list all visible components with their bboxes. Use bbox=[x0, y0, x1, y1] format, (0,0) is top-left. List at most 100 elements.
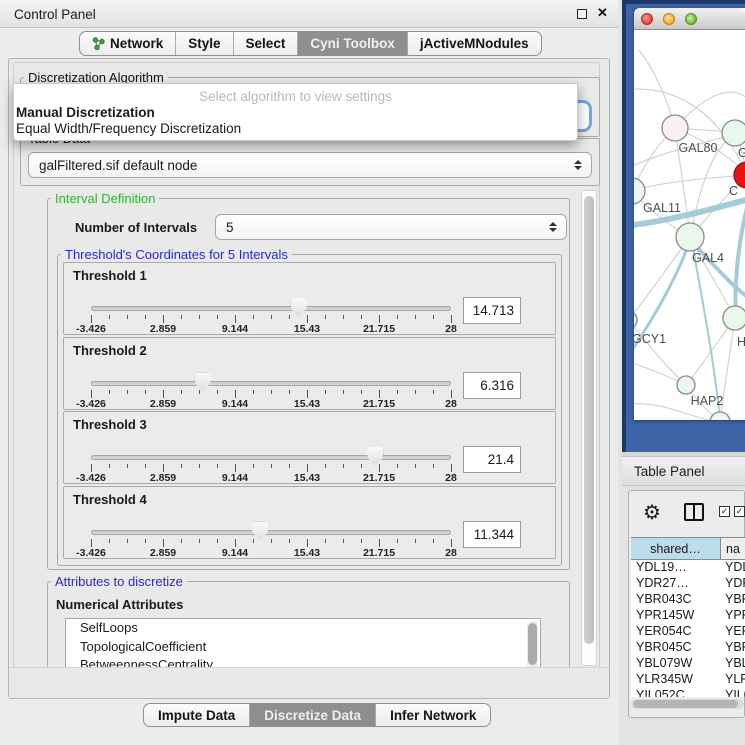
cell-name[interactable]: YPR1 bbox=[721, 608, 745, 624]
network-node-h[interactable] bbox=[723, 306, 745, 330]
scrollbar-thumb[interactable] bbox=[584, 196, 594, 644]
network-nodes[interactable] bbox=[634, 115, 745, 420]
table-row[interactable]: YBR045CYBR0 bbox=[631, 640, 745, 656]
attribute-list-item[interactable]: TopologicalCoefficient bbox=[66, 638, 540, 657]
tab-infer-network[interactable]: Infer Network bbox=[375, 704, 490, 726]
scrollbar-thumb[interactable] bbox=[528, 623, 537, 665]
slider-track[interactable] bbox=[91, 306, 451, 311]
cell-shared-name[interactable]: YIL052C bbox=[631, 688, 721, 697]
tab-jactivemnodules[interactable]: jActiveMNodules bbox=[407, 32, 541, 55]
network-node-hap2[interactable] bbox=[677, 376, 695, 394]
cell-name[interactable]: YBL0 bbox=[721, 656, 745, 672]
threshold-value-field[interactable]: 21.4 bbox=[463, 446, 521, 473]
tick-mark bbox=[181, 539, 182, 543]
table-row[interactable]: YDR27…YDR2 bbox=[631, 576, 745, 592]
cell-name[interactable]: YLR3 bbox=[721, 672, 745, 688]
column-header-shared-name[interactable]: shared… bbox=[631, 538, 721, 559]
numerical-attributes-list[interactable]: SelfLoopsTopologicalCoefficientBetweenne… bbox=[65, 618, 541, 668]
control-panel: Control Panel ✕ Network Style Select Cyn… bbox=[0, 0, 618, 745]
slider-track[interactable] bbox=[91, 530, 451, 535]
slider-track[interactable] bbox=[91, 455, 451, 460]
popup-option-equal-width-frequency[interactable]: Equal Width/Frequency Discretization bbox=[16, 121, 241, 136]
checkbox-icon[interactable]: ✓ bbox=[719, 506, 730, 517]
close-icon[interactable]: ✕ bbox=[597, 5, 608, 21]
table-toolbar: ⚙ ✓ ✓ bbox=[629, 491, 744, 537]
cell-name[interactable]: YIL0 bbox=[721, 688, 745, 697]
cell-name[interactable]: YBR0 bbox=[721, 592, 745, 608]
threshold-slider[interactable]: -3.4262.8599.14415.4321.71528 bbox=[91, 412, 451, 485]
threshold-value-field[interactable]: 11.344 bbox=[463, 521, 521, 548]
tick-mark bbox=[91, 464, 92, 472]
tab-style[interactable]: Style bbox=[175, 32, 232, 55]
zoom-traffic-light-icon[interactable] bbox=[685, 13, 697, 25]
network-node-gal[interactable] bbox=[722, 120, 745, 146]
table-row[interactable]: YPR145WYPR1 bbox=[631, 608, 745, 624]
list-vertical-scrollbar[interactable] bbox=[527, 621, 538, 668]
close-traffic-light-icon[interactable] bbox=[641, 13, 653, 25]
network-node-gal80[interactable] bbox=[662, 115, 688, 141]
network-node[interactable] bbox=[710, 412, 730, 420]
table-row[interactable]: YDL19…YDL1 bbox=[631, 560, 745, 576]
cell-shared-name[interactable]: YLR345W bbox=[631, 672, 721, 688]
network-node-gal4[interactable] bbox=[676, 223, 704, 251]
cell-name[interactable]: YBR0 bbox=[721, 640, 745, 656]
network-node-gcy1[interactable] bbox=[634, 311, 637, 329]
cell-name[interactable]: YDR2 bbox=[721, 576, 745, 592]
table-data-combobox[interactable]: galFiltered.sif default node bbox=[28, 152, 592, 178]
threshold-panel: Threshold 4 -3.4262.8599.14415.4321.7152… bbox=[63, 486, 556, 559]
tick-mark bbox=[415, 464, 416, 468]
table-row[interactable]: YLR345WYLR3 bbox=[631, 672, 745, 688]
tab-discretize-data[interactable]: Discretize Data bbox=[249, 704, 375, 726]
tab-cyni-toolbox[interactable]: Cyni Toolbox bbox=[297, 32, 407, 55]
threshold-value-field[interactable]: 6.316 bbox=[463, 372, 521, 399]
number-of-intervals-value: 5 bbox=[226, 220, 234, 235]
threshold-slider[interactable]: -3.4262.8599.14415.4321.71528 bbox=[91, 487, 451, 560]
cell-shared-name[interactable]: YBL079W bbox=[631, 656, 721, 672]
split-columns-icon[interactable] bbox=[684, 503, 704, 521]
cell-name[interactable]: YDL1 bbox=[721, 560, 745, 576]
threshold-value-field[interactable]: 14.713 bbox=[463, 297, 521, 324]
bottom-tab-bar: Impute Data Discretize Data Infer Networ… bbox=[143, 703, 491, 727]
tick-label: 15.43 bbox=[294, 323, 320, 335]
panel-vertical-scrollbar[interactable] bbox=[581, 190, 597, 666]
checkbox-icon[interactable]: ✓ bbox=[734, 506, 745, 517]
cell-shared-name[interactable]: YER054C bbox=[631, 624, 721, 640]
tick-mark bbox=[433, 390, 434, 394]
minimize-traffic-light-icon[interactable] bbox=[663, 13, 675, 25]
number-of-intervals-combobox[interactable]: 5 bbox=[215, 214, 567, 240]
table-row[interactable]: YBR043CYBR0 bbox=[631, 592, 745, 608]
cell-shared-name[interactable]: YDR27… bbox=[631, 576, 721, 592]
threshold-slider[interactable]: -3.4262.8599.14415.4321.71528 bbox=[91, 263, 451, 336]
float-window-icon[interactable] bbox=[577, 9, 587, 19]
network-canvas[interactable]: GAL80GALCGAL11GAL4GCY1HHAP2 bbox=[634, 30, 745, 420]
cell-shared-name[interactable]: YBR045C bbox=[631, 640, 721, 656]
scrollbar-thumb[interactable] bbox=[633, 700, 738, 708]
node-label: H bbox=[737, 335, 745, 349]
table-row[interactable]: YIL052CYIL0 bbox=[631, 688, 745, 697]
column-header-name[interactable]: na bbox=[721, 538, 745, 559]
table-horizontal-scrollbar[interactable] bbox=[631, 699, 744, 709]
tick-label: -3.426 bbox=[76, 398, 106, 410]
node-table[interactable]: shared… na YDL19…YDL1YDR27…YDR2YBR043CYB… bbox=[631, 537, 745, 697]
tick-mark bbox=[289, 390, 290, 394]
threshold-slider[interactable]: -3.4262.8599.14415.4321.71528 bbox=[91, 338, 451, 411]
gear-icon[interactable]: ⚙ bbox=[643, 500, 661, 525]
attribute-list-item[interactable]: SelfLoops bbox=[66, 619, 540, 638]
cell-shared-name[interactable]: YDL19… bbox=[631, 560, 721, 576]
tick-mark bbox=[451, 539, 452, 547]
slider-track[interactable] bbox=[91, 381, 451, 386]
tick-mark bbox=[379, 315, 380, 323]
tab-impute-data[interactable]: Impute Data bbox=[144, 704, 249, 726]
tick-mark bbox=[361, 390, 362, 394]
network-window-titlebar[interactable] bbox=[634, 8, 745, 30]
tab-select[interactable]: Select bbox=[233, 32, 298, 55]
tick-label: 21.715 bbox=[363, 472, 395, 484]
tab-label: Network bbox=[110, 36, 163, 51]
popup-option-manual-discretization[interactable]: Manual Discretization bbox=[16, 105, 155, 120]
table-row[interactable]: YER054CYER0 bbox=[631, 624, 745, 640]
tab-network[interactable]: Network bbox=[80, 32, 175, 55]
cell-shared-name[interactable]: YPR145W bbox=[631, 608, 721, 624]
cell-shared-name[interactable]: YBR043C bbox=[631, 592, 721, 608]
table-row[interactable]: YBL079WYBL0 bbox=[631, 656, 745, 672]
cell-name[interactable]: YER0 bbox=[721, 624, 745, 640]
